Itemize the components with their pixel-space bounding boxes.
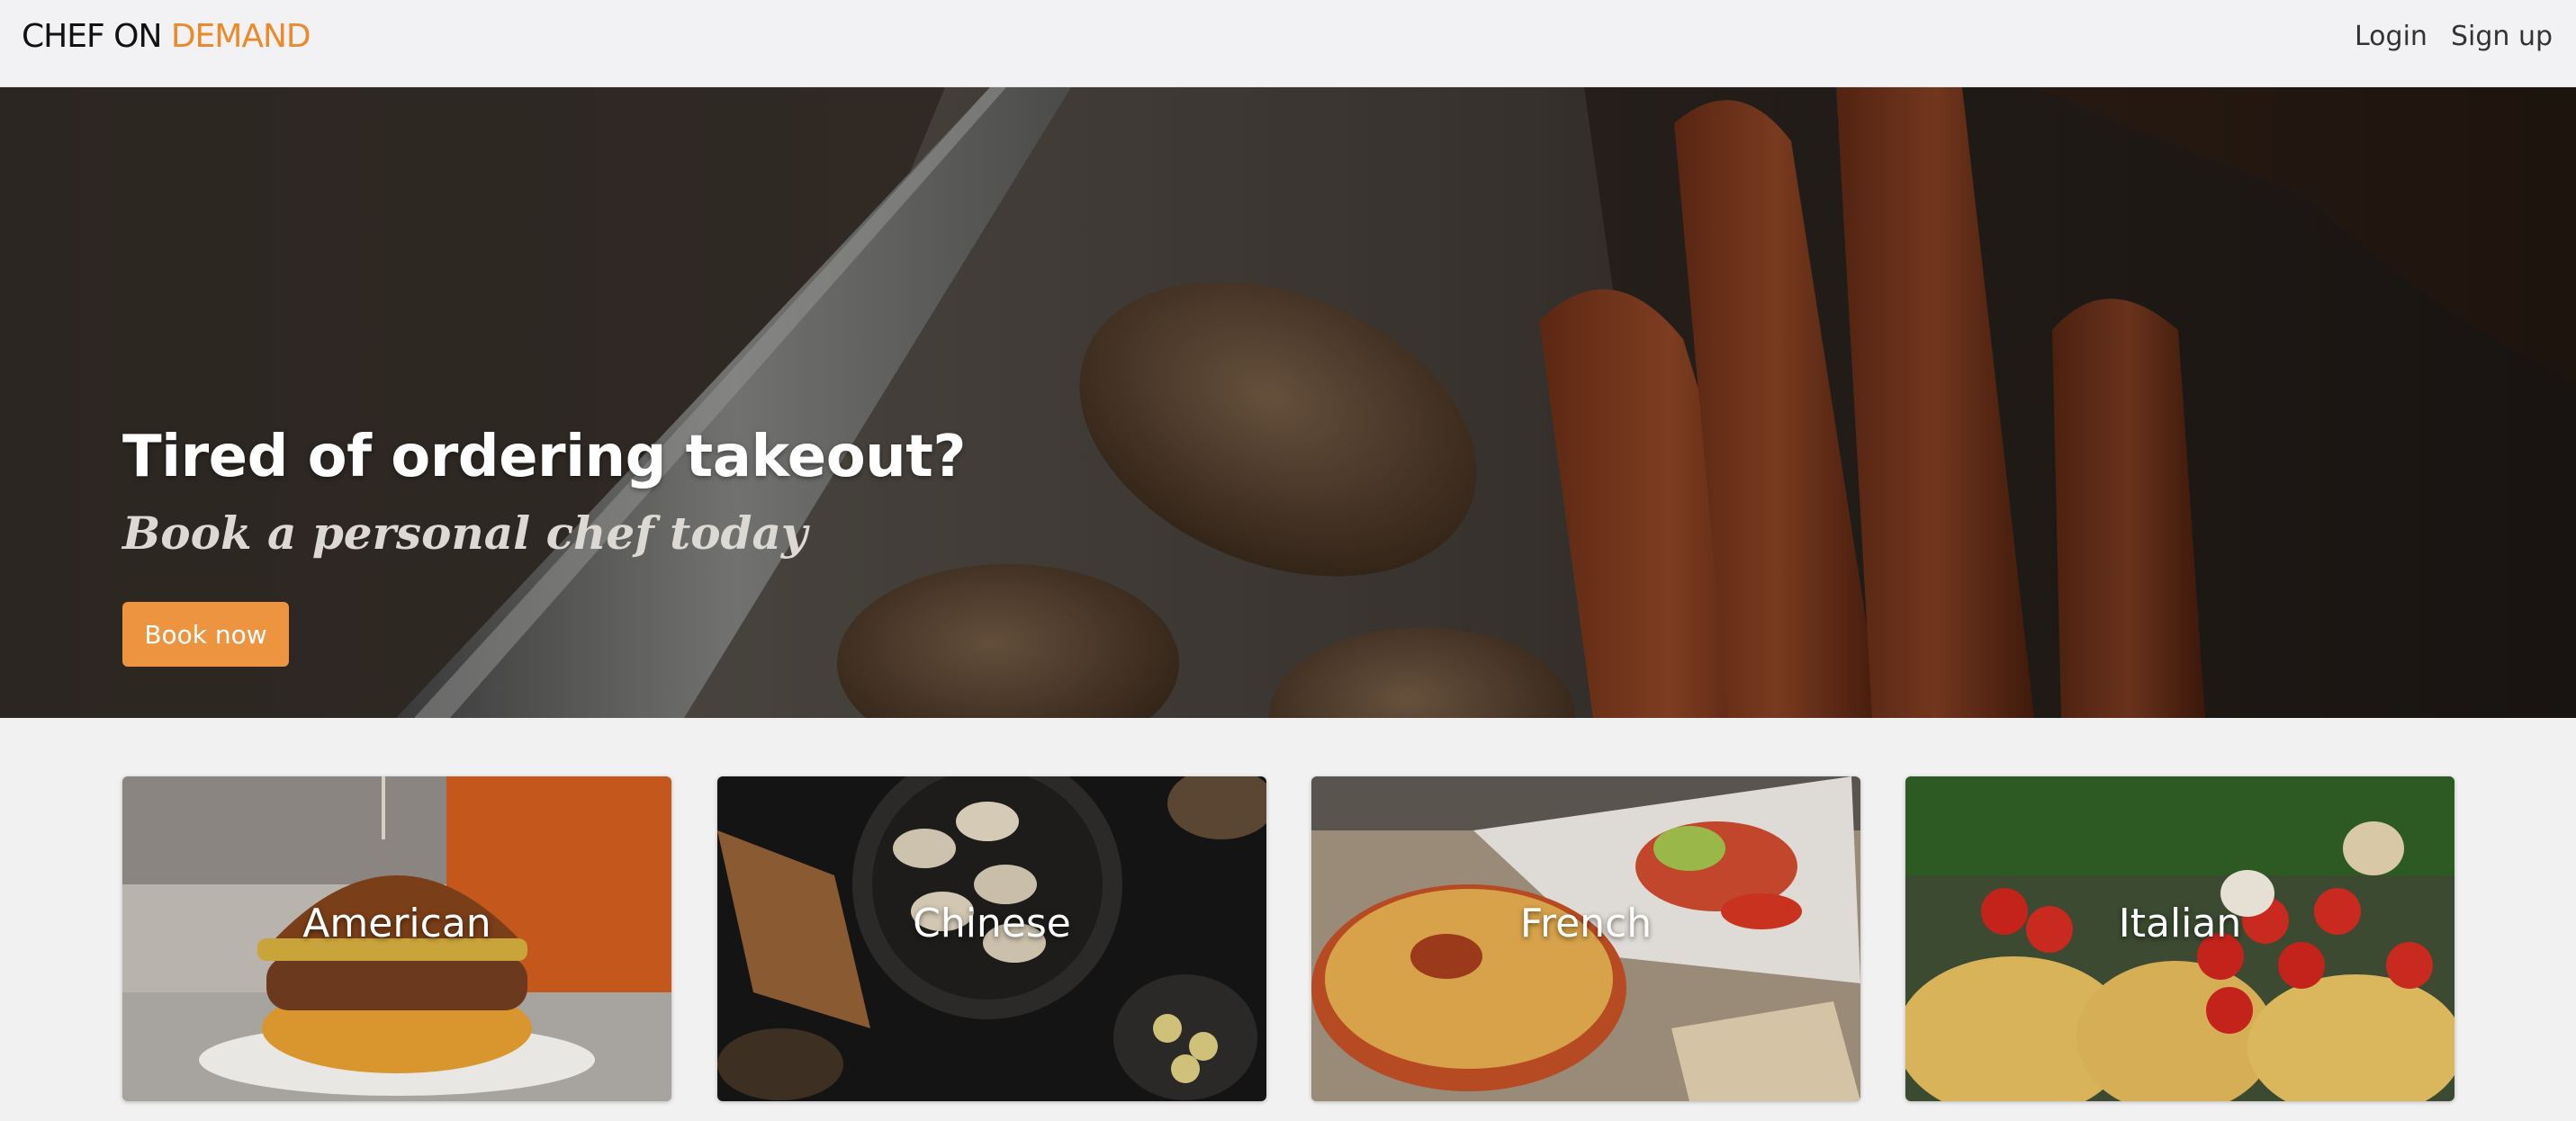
hero-banner: Tired of ordering takeout? Book a person… [0,87,2576,718]
brand-prefix: CHEF ON [22,18,171,55]
book-now-button[interactable]: Book now [122,602,289,667]
category-card-american[interactable]: American [122,776,671,1101]
brand-accent: DEMAND [170,18,311,55]
category-card-french[interactable]: French [1311,776,1860,1101]
category-card-italian[interactable]: Italian [1905,776,2454,1101]
navbar: CHEF ON DEMAND Login Sign up [0,0,2576,87]
signup-link[interactable]: Sign up [2451,16,2553,58]
category-label: Chinese [913,901,1071,946]
category-label: French [1519,901,1653,946]
brand-logo[interactable]: CHEF ON DEMAND [22,16,311,58]
login-link[interactable]: Login [2355,16,2427,58]
category-label: American [302,901,491,946]
hero-subtitle: Book a personal chef today [122,507,807,560]
category-card-chinese[interactable]: Chinese [717,776,1266,1101]
hero-background-image [0,87,2576,718]
hero-title: Tired of ordering takeout? [122,424,966,490]
category-label: Italian [2118,901,2242,946]
